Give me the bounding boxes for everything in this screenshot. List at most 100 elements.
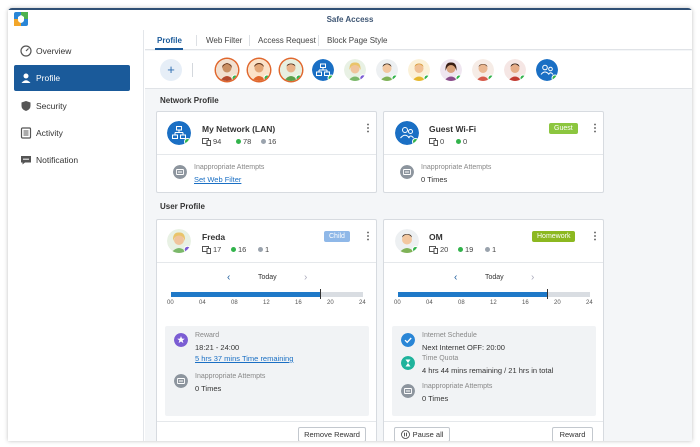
next-day-button[interactable]: › — [304, 272, 307, 283]
device-count-value: 0 — [440, 137, 445, 146]
tab-divider — [249, 35, 250, 46]
card-divider — [384, 154, 603, 155]
pause-icon — [400, 430, 410, 439]
quota-label: Time Quota — [422, 355, 459, 362]
network-profile-card-lan[interactable]: My Network (LAN) 94 78 16 ⋮ Inappropriat… — [156, 111, 377, 193]
avatar-user-om[interactable] — [376, 59, 398, 81]
timeline-current-time-marker — [546, 289, 548, 299]
activity-list-icon — [20, 127, 32, 139]
timeline-usage-bar — [398, 292, 547, 297]
reward-time: 18:21 - 24:00 — [195, 343, 240, 352]
online-count-value: 19 — [465, 245, 474, 254]
sidebar-item-label: Profile — [36, 73, 61, 83]
more-options-icon[interactable]: ⋮ — [363, 232, 373, 244]
tab-profile[interactable]: Profile — [157, 36, 182, 45]
schedule-value: Next Internet OFF: 20:00 — [422, 343, 505, 352]
timeline-day-label: Today — [258, 274, 277, 281]
remove-reward-button[interactable]: Remove Reward — [298, 427, 366, 441]
online-count: 19 — [458, 245, 473, 254]
sidebar-item-security[interactable]: Security — [14, 93, 130, 119]
sidebar-item-label: Notification — [36, 155, 79, 165]
offline-count-value: 1 — [265, 245, 270, 254]
timeline-tick: 04 — [426, 300, 433, 306]
avatar-user-6[interactable] — [472, 59, 494, 81]
avatar-user-1[interactable] — [216, 59, 238, 81]
internet-schedule-check-icon — [401, 333, 415, 347]
avatar-user-5[interactable] — [440, 59, 462, 81]
timeline-current-time-marker — [319, 289, 321, 299]
sidebar-item-overview[interactable]: Overview — [14, 38, 130, 64]
attempts-label: Inappropriate Attempts — [194, 164, 265, 171]
avatar-user-7[interactable] — [504, 59, 526, 81]
tab-block-page-style[interactable]: Block Page Style — [327, 36, 387, 45]
sidebar-item-activity[interactable]: Activity — [14, 120, 130, 146]
more-options-icon[interactable]: ⋮ — [590, 124, 600, 136]
timeline-usage-bar — [171, 292, 320, 297]
app-window: Safe Access Overview Profile Security Ac… — [8, 8, 692, 441]
previous-day-button[interactable]: ‹ — [227, 272, 230, 283]
schedule-label: Internet Schedule — [422, 332, 477, 339]
avatar-network-guest-wifi[interactable] — [536, 59, 558, 81]
add-profile-button[interactable]: + — [160, 59, 182, 81]
previous-day-button[interactable]: ‹ — [454, 272, 457, 283]
user-profile-card-freda[interactable]: Freda Child 17 16 1 ⋮ ‹ Today › 00 04 08… — [156, 219, 377, 441]
lan-network-icon — [167, 121, 191, 145]
timeline-tick: 20 — [554, 300, 561, 306]
online-status-dot — [458, 247, 463, 252]
user-profile-card-om[interactable]: OM Homework 20 19 1 ⋮ ‹ Today › 00 04 08… — [383, 219, 604, 441]
sidebar-item-notification[interactable]: Notification — [14, 147, 130, 173]
timeline-tick: 24 — [359, 300, 366, 306]
status-panel: Internet Schedule Next Internet OFF: 20:… — [392, 326, 596, 416]
tab-access-request[interactable]: Access Request — [258, 36, 316, 45]
attempts-value: 0 Times — [195, 384, 222, 393]
offline-count: 1 — [485, 245, 496, 254]
profile-name: OM — [429, 232, 443, 242]
more-options-icon[interactable]: ⋮ — [590, 232, 600, 244]
avatar-user-2[interactable] — [248, 59, 270, 81]
devices-icon — [202, 245, 211, 254]
child-badge: Child — [324, 231, 350, 242]
tab-divider — [196, 35, 197, 46]
offline-status-dot — [261, 139, 266, 144]
more-options-icon[interactable]: ⋮ — [363, 124, 373, 136]
avatar-user-4[interactable] — [408, 59, 430, 81]
timeline-tick: 08 — [458, 300, 465, 306]
devices-icon — [429, 245, 438, 254]
inappropriate-attempts-icon — [174, 374, 188, 388]
sidebar-item-profile[interactable]: Profile — [14, 65, 130, 91]
pause-all-label: Pause all — [412, 430, 444, 439]
timeline-tick: 16 — [522, 300, 529, 306]
inappropriate-attempts-icon — [401, 384, 415, 398]
inappropriate-attempts-icon — [173, 165, 187, 179]
timeline-tick: 00 — [167, 300, 174, 306]
inappropriate-attempts-icon — [400, 165, 414, 179]
sidebar-item-label: Activity — [36, 128, 63, 138]
timeline-tick: 20 — [327, 300, 334, 306]
pause-all-button[interactable]: Pause all — [394, 427, 450, 441]
device-count: 17 — [202, 245, 221, 254]
sidebar-item-label: Overview — [36, 46, 72, 56]
reward-remaining-link[interactable]: 5 hrs 37 mins Time remaining — [195, 354, 293, 363]
online-status-dot — [456, 139, 461, 144]
next-day-button[interactable]: › — [531, 272, 534, 283]
avatar-network-lan[interactable] — [312, 59, 334, 81]
reward-button[interactable]: Reward — [552, 427, 593, 441]
online-count: 78 — [236, 137, 251, 146]
time-quota-hourglass-icon — [401, 356, 415, 370]
attempts-label: Inappropriate Attempts — [421, 164, 492, 171]
network-profile-card-guest[interactable]: Guest Wi-Fi Guest 0 0 ⋮ Inappropriate At… — [383, 111, 604, 193]
set-web-filter-link[interactable]: Set Web Filter — [194, 175, 241, 184]
reward-star-icon — [174, 333, 188, 347]
card-footer-divider — [157, 421, 376, 422]
online-status-dot — [231, 247, 236, 252]
device-count: 94 — [202, 137, 221, 146]
avatar-user-3[interactable] — [280, 59, 302, 81]
homework-badge: Homework — [532, 231, 576, 242]
tab-web-filter[interactable]: Web Filter — [206, 36, 242, 45]
avatar-user-freda[interactable] — [344, 59, 366, 81]
devices-icon — [429, 137, 438, 146]
online-count-value: 16 — [238, 245, 247, 254]
overview-gauge-icon — [20, 45, 32, 57]
guest-badge: Guest — [549, 123, 578, 134]
device-count-value: 17 — [213, 245, 222, 254]
